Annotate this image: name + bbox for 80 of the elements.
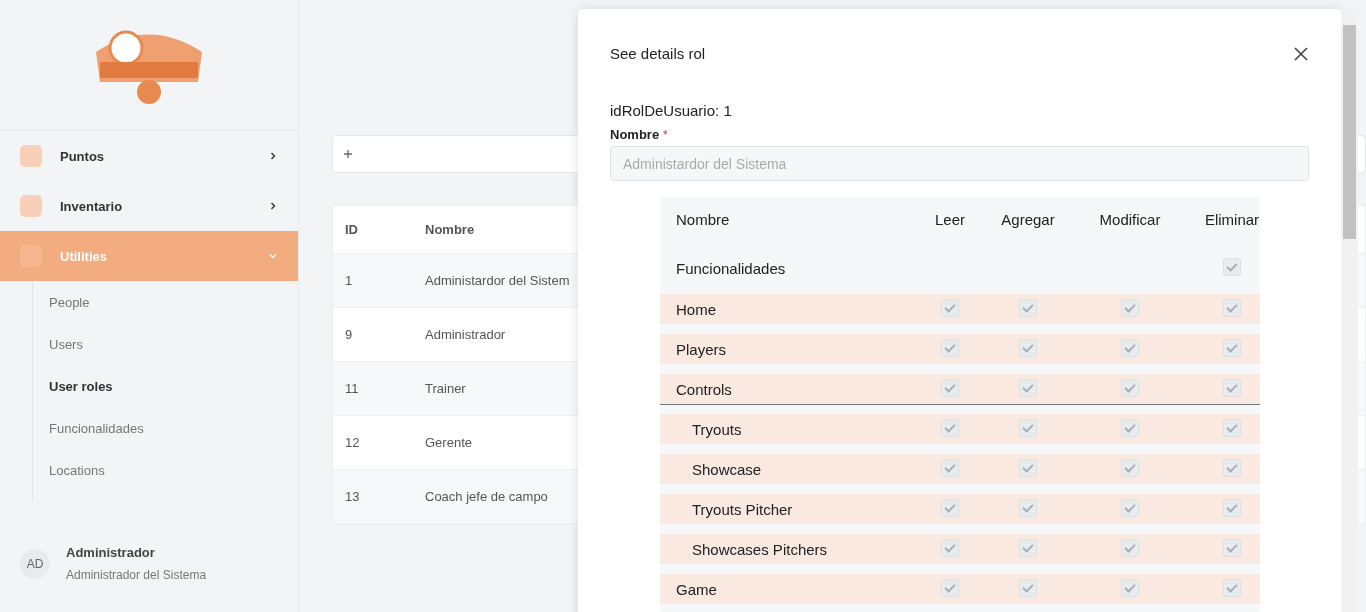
column-header: Nombre [676, 211, 731, 228]
checkbox[interactable] [1223, 338, 1241, 357]
column-header: Agregar [1001, 211, 1055, 228]
table-cell: 12 [345, 435, 360, 450]
checkbox[interactable] [1223, 538, 1241, 557]
menu-icon [20, 145, 42, 167]
checkbox[interactable] [1121, 378, 1139, 397]
feature-name: Tryouts [691, 420, 743, 438]
chevron-icon [268, 201, 278, 211]
checkbox[interactable] [1223, 418, 1241, 437]
group-name: Funcionalidades [676, 259, 787, 277]
submenu-item[interactable]: Users [49, 323, 298, 365]
checkbox[interactable] [1121, 578, 1139, 597]
checkbox[interactable] [941, 298, 959, 317]
table-cell: 9 [345, 327, 353, 342]
checkbox[interactable] [941, 458, 959, 477]
checkbox[interactable] [1223, 578, 1241, 597]
column-header: ID [345, 222, 358, 237]
column-header: Eliminar [1204, 211, 1260, 228]
field-label: Nombre * [610, 127, 669, 142]
sidebar-item[interactable]: Puntos [0, 131, 298, 181]
feature-name: Showcase [691, 460, 763, 478]
column-header: Leer [935, 211, 965, 228]
checkbox[interactable] [941, 498, 959, 517]
checkbox[interactable] [941, 338, 959, 357]
checkbox[interactable] [1019, 538, 1037, 557]
user-avatar: AD [20, 548, 50, 579]
feature-name: Home [676, 300, 717, 318]
scrollbar[interactable] [1341, 9, 1358, 612]
table-cell: Gerente [425, 435, 472, 450]
submenu-item[interactable]: User roles [49, 365, 298, 407]
role-id: idRolDeUsuario: 1 [610, 102, 733, 119]
table-cell: Administrador [425, 327, 506, 342]
checkbox[interactable] [1019, 578, 1037, 597]
table-cell: Trainer [425, 381, 466, 396]
checkbox[interactable] [1019, 458, 1037, 477]
checkbox[interactable] [941, 538, 959, 557]
checkbox[interactable] [1223, 458, 1241, 477]
checkbox[interactable] [1019, 338, 1037, 357]
table-cell: 1 [345, 273, 353, 288]
table-cell: 11 [345, 381, 359, 396]
checkbox[interactable] [1019, 378, 1037, 397]
checkbox[interactable] [1121, 458, 1139, 477]
submenu-item[interactable]: Funcionalidades [49, 407, 298, 449]
chevron-icon [268, 151, 278, 161]
checkbox[interactable] [1223, 378, 1241, 397]
user-role: Administrador del Sistema [66, 568, 208, 582]
plus-icon [343, 149, 353, 159]
table-cell: Administardor del Sistem [425, 273, 570, 288]
feature-name: Tryouts Pitcher [691, 500, 794, 518]
feature-name: Showcases Pitchers [691, 540, 829, 558]
checkbox[interactable] [1121, 418, 1139, 437]
checkbox[interactable] [1223, 498, 1241, 517]
checkbox[interactable] [1223, 257, 1241, 276]
submenu-item[interactable]: Locations [49, 449, 298, 491]
menu-icon [20, 195, 42, 217]
sidebar-item[interactable]: Inventario [0, 181, 298, 231]
checkbox[interactable] [941, 378, 959, 397]
checkbox[interactable] [1121, 338, 1139, 357]
user-name: Administrador [66, 545, 156, 560]
checkbox[interactable] [941, 418, 959, 437]
feature-name: Controls [676, 380, 733, 398]
checkbox[interactable] [1019, 298, 1037, 317]
close-icon[interactable] [1293, 45, 1309, 62]
checkbox[interactable] [1121, 298, 1139, 317]
checkbox[interactable] [1121, 538, 1139, 557]
modal-title: See details rol [610, 45, 706, 62]
table-cell: Coach jefe de campo [425, 489, 548, 504]
feature-name: Players [676, 340, 728, 358]
checkbox[interactable] [1019, 418, 1037, 437]
checkbox[interactable] [1223, 298, 1241, 317]
feature-name: Game [676, 580, 718, 598]
column-header: Modificar [1099, 211, 1161, 228]
checkbox[interactable] [1019, 498, 1037, 517]
table-cell: 13 [345, 489, 360, 504]
checkbox[interactable] [941, 578, 959, 597]
column-header: Nombre [425, 222, 475, 237]
chevron-icon [268, 251, 278, 261]
submenu-item[interactable]: People [49, 281, 298, 323]
checkbox[interactable] [1121, 498, 1139, 517]
